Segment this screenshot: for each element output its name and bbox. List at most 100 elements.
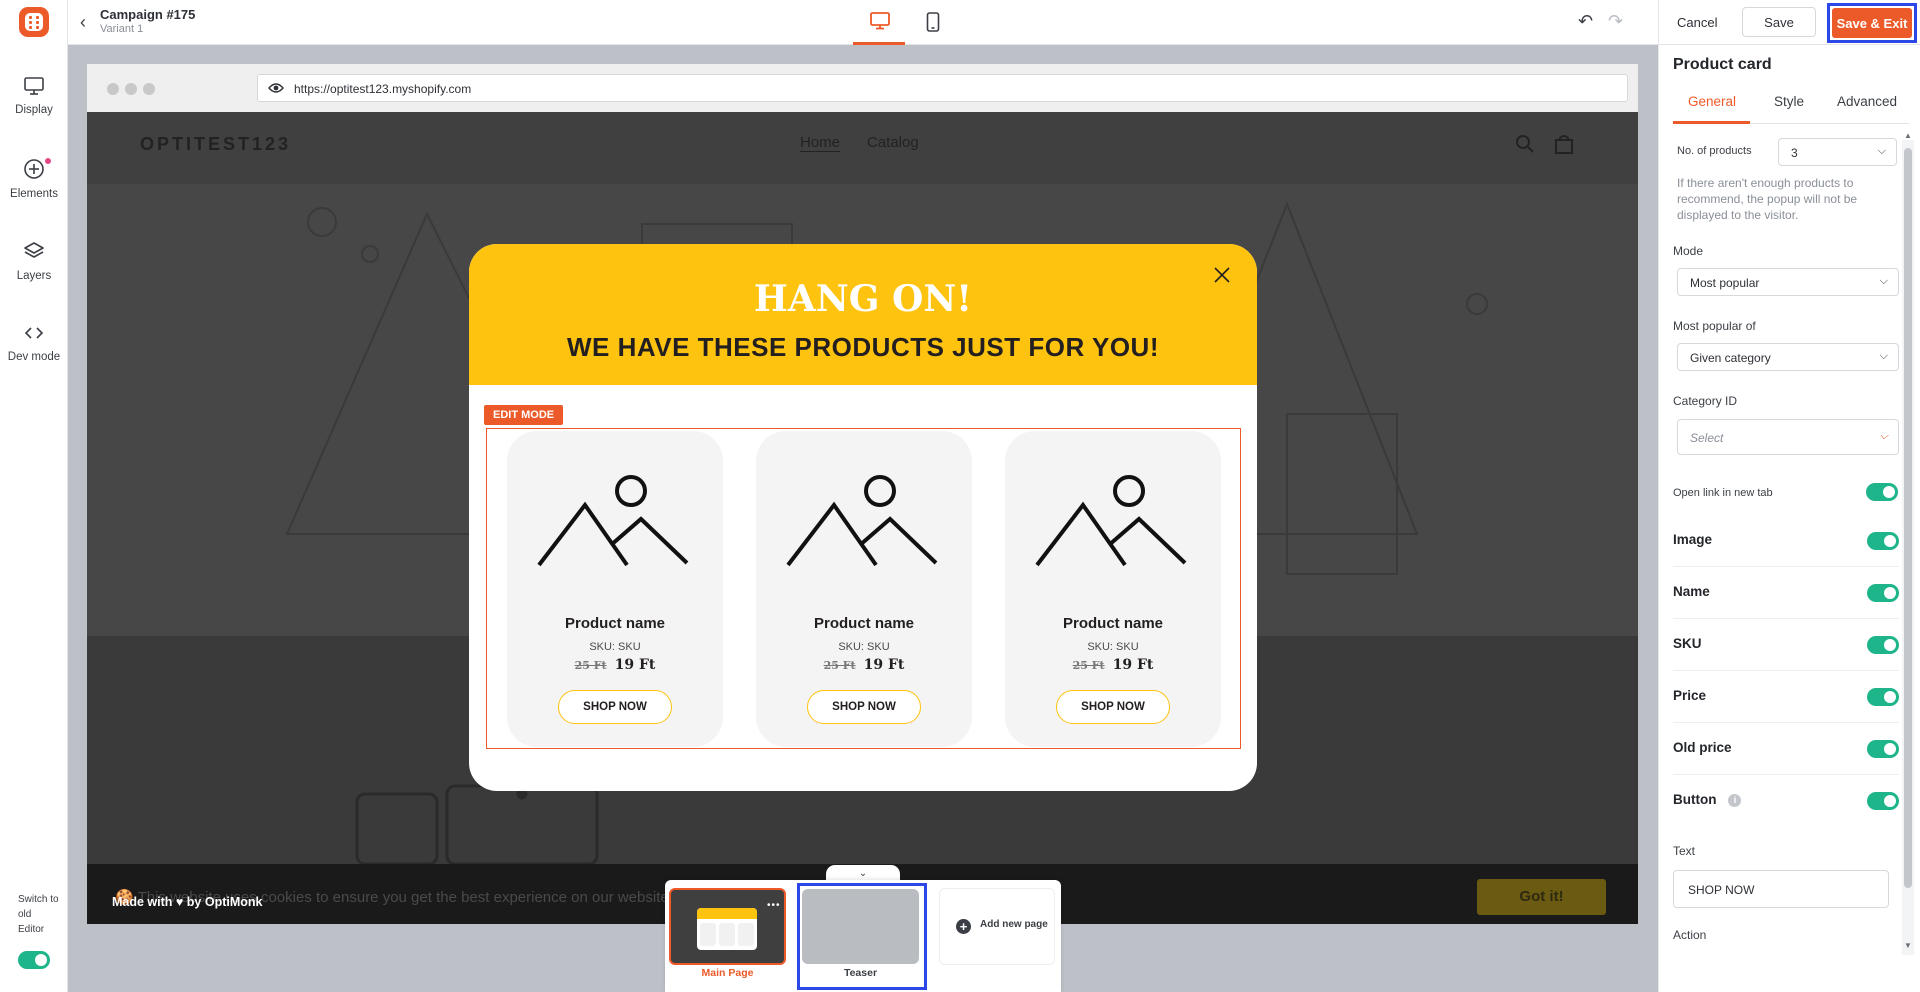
image-toggle[interactable]	[1867, 532, 1899, 550]
product-card[interactable]: Product name SKU: SKU 25 Ft 19 Ft SHOP NO…	[507, 431, 723, 747]
category-id-select[interactable]: Select ⌵	[1677, 419, 1899, 455]
product-card[interactable]: Product name SKU: SKU 25 Ft 19 Ft SHOP NO…	[1005, 431, 1221, 747]
chevron-down-icon: ⌵	[1879, 275, 1888, 287]
nav-catalog: Catalog	[867, 134, 919, 151]
text-label: Text	[1673, 844, 1696, 858]
product-old-price: 25 Ft	[1072, 659, 1105, 672]
popup-header[interactable]: HANG ON! WE HAVE THESE PRODUCTS JUST FOR…	[469, 244, 1257, 385]
search-icon	[1516, 135, 1534, 153]
back-arrow-icon[interactable]: ‹	[80, 12, 86, 33]
close-icon[interactable]	[1213, 266, 1231, 284]
sidebar-item-dev-mode[interactable]: Dev mode	[0, 323, 68, 363]
page-switcher: ••• Main Page Teaser + Add new page	[665, 880, 1061, 992]
main-page-thumbnail[interactable]: •••	[669, 888, 786, 965]
image-placeholder-icon	[537, 475, 689, 567]
name-setting-row: Name	[1673, 567, 1899, 619]
product-price: 19 Ft	[863, 657, 905, 673]
add-new-page-button[interactable]: + Add new page	[939, 888, 1055, 965]
nav-home: Home	[800, 134, 841, 152]
price-toggle[interactable]	[1867, 688, 1899, 706]
undo-icon[interactable]: ↶	[1578, 11, 1593, 32]
panel-title: Product card	[1673, 56, 1772, 73]
left-sidebar: Display Elements Layers Dev mode Switch …	[0, 0, 68, 992]
url-bar[interactable]: https://optitest123.myshopify.com	[257, 74, 1628, 102]
teaser-thumbnail[interactable]	[802, 889, 919, 964]
cancel-button[interactable]: Cancel	[1669, 11, 1725, 33]
open-link-toggle[interactable]	[1866, 483, 1898, 501]
category-id-placeholder: Select	[1690, 431, 1724, 445]
category-id-label: Category ID	[1673, 394, 1738, 408]
scroll-up-icon[interactable]: ▲	[1904, 131, 1912, 140]
settings-panel: Cancel Save Save & Exit Product card Gen…	[1658, 0, 1920, 992]
site-header: OPTITEST123 Home Catalog	[87, 112, 1638, 184]
mode-select[interactable]: Most popular ⌵	[1677, 268, 1899, 296]
shop-now-button[interactable]: SHOP NOW	[1056, 690, 1170, 724]
eye-icon	[268, 83, 284, 93]
product-card[interactable]: Product name SKU: SKU 25 Ft 19 Ft SHOP NO…	[756, 431, 972, 747]
sidebar-item-label: Dev mode	[7, 351, 61, 363]
switch-old-editor-toggle[interactable]	[18, 951, 50, 969]
optimonk-logo[interactable]	[19, 7, 49, 37]
image-setting-label: Image	[1673, 532, 1713, 547]
old-price-setting-label: Old price	[1673, 740, 1732, 755]
button-toggle[interactable]	[1867, 792, 1899, 810]
tab-general[interactable]: General	[1688, 94, 1736, 109]
popup-subheadline[interactable]: WE HAVE THESE PRODUCTS JUST FOR YOU!	[469, 332, 1257, 363]
save-exit-button[interactable]: Save & Exit	[1832, 8, 1912, 38]
price-setting-row: Price	[1673, 671, 1899, 723]
name-toggle[interactable]	[1867, 584, 1899, 602]
window-dot	[125, 83, 137, 95]
mobile-view-button[interactable]	[914, 6, 954, 45]
switch-old-editor-label: Switch to old Editor	[18, 894, 59, 935]
popular-of-select[interactable]: Given category ⌵	[1677, 343, 1899, 371]
button-text-input[interactable]: SHOP NOW	[1673, 870, 1889, 908]
active-tab-indicator	[1673, 121, 1750, 124]
panel-scrollbar-thumb[interactable]	[1904, 148, 1912, 888]
mobile-icon	[926, 12, 940, 32]
product-sku: SKU: SKU	[838, 641, 890, 653]
popup-headline[interactable]: HANG ON!	[469, 278, 1257, 320]
monitor-icon	[24, 77, 44, 95]
window-dot	[107, 83, 119, 95]
open-link-label: Open link in new tab	[1673, 487, 1773, 499]
url-text: https://optitest123.myshopify.com	[294, 82, 472, 96]
mode-value: Most popular	[1690, 276, 1760, 290]
old-price-toggle[interactable]	[1867, 740, 1899, 758]
product-price: 19 Ft	[614, 657, 656, 673]
button-setting-row: Button i	[1673, 775, 1899, 827]
no-products-label: No. of products	[1677, 145, 1752, 157]
button-setting-label: Button	[1673, 792, 1717, 807]
product-name: Product name	[1062, 615, 1164, 632]
product-sku: SKU: SKU	[589, 641, 641, 653]
desktop-view-button[interactable]	[853, 6, 905, 45]
info-icon[interactable]: i	[1728, 794, 1742, 807]
sidebar-item-layers[interactable]: Layers	[0, 240, 68, 282]
desktop-icon	[870, 12, 890, 30]
variant-name: Variant 1	[100, 23, 144, 35]
made-with-badge: Made with ♥ by OptiMonk	[112, 895, 263, 909]
sidebar-item-elements[interactable]: Elements	[0, 156, 68, 200]
no-products-select[interactable]: 3 ⌵	[1778, 138, 1897, 166]
scroll-down-icon[interactable]: ▼	[1904, 941, 1912, 950]
sidebar-item-display[interactable]: Display	[0, 76, 68, 116]
popular-of-value: Given category	[1690, 351, 1771, 365]
more-options-icon[interactable]: •••	[767, 900, 781, 911]
cookie-accept-button: Got it!	[1477, 879, 1606, 915]
old-price-setting-row: Old price	[1673, 723, 1899, 775]
action-bar: Cancel Save Save & Exit	[1659, 0, 1920, 45]
edit-mode-badge: EDIT MODE	[484, 405, 564, 425]
popup[interactable]: HANG ON! WE HAVE THESE PRODUCTS JUST FOR…	[469, 244, 1257, 791]
shop-now-button[interactable]: SHOP NOW	[558, 690, 672, 724]
product-old-price: 25 Ft	[574, 659, 607, 672]
sidebar-item-label: Elements	[10, 188, 58, 200]
tab-advanced[interactable]: Advanced	[1837, 94, 1897, 109]
sku-toggle[interactable]	[1867, 636, 1899, 654]
button-setting-name: Button i	[1673, 792, 1742, 807]
shop-now-button[interactable]: SHOP NOW	[807, 690, 921, 724]
tab-style[interactable]: Style	[1774, 94, 1804, 109]
save-button[interactable]: Save	[1742, 7, 1816, 37]
product-old-price: 25 Ft	[823, 659, 856, 672]
product-price: 19 Ft	[1112, 657, 1154, 673]
redo-icon[interactable]: ↷	[1608, 11, 1623, 32]
product-prices: 25 Ft 19 Ft	[507, 657, 723, 673]
